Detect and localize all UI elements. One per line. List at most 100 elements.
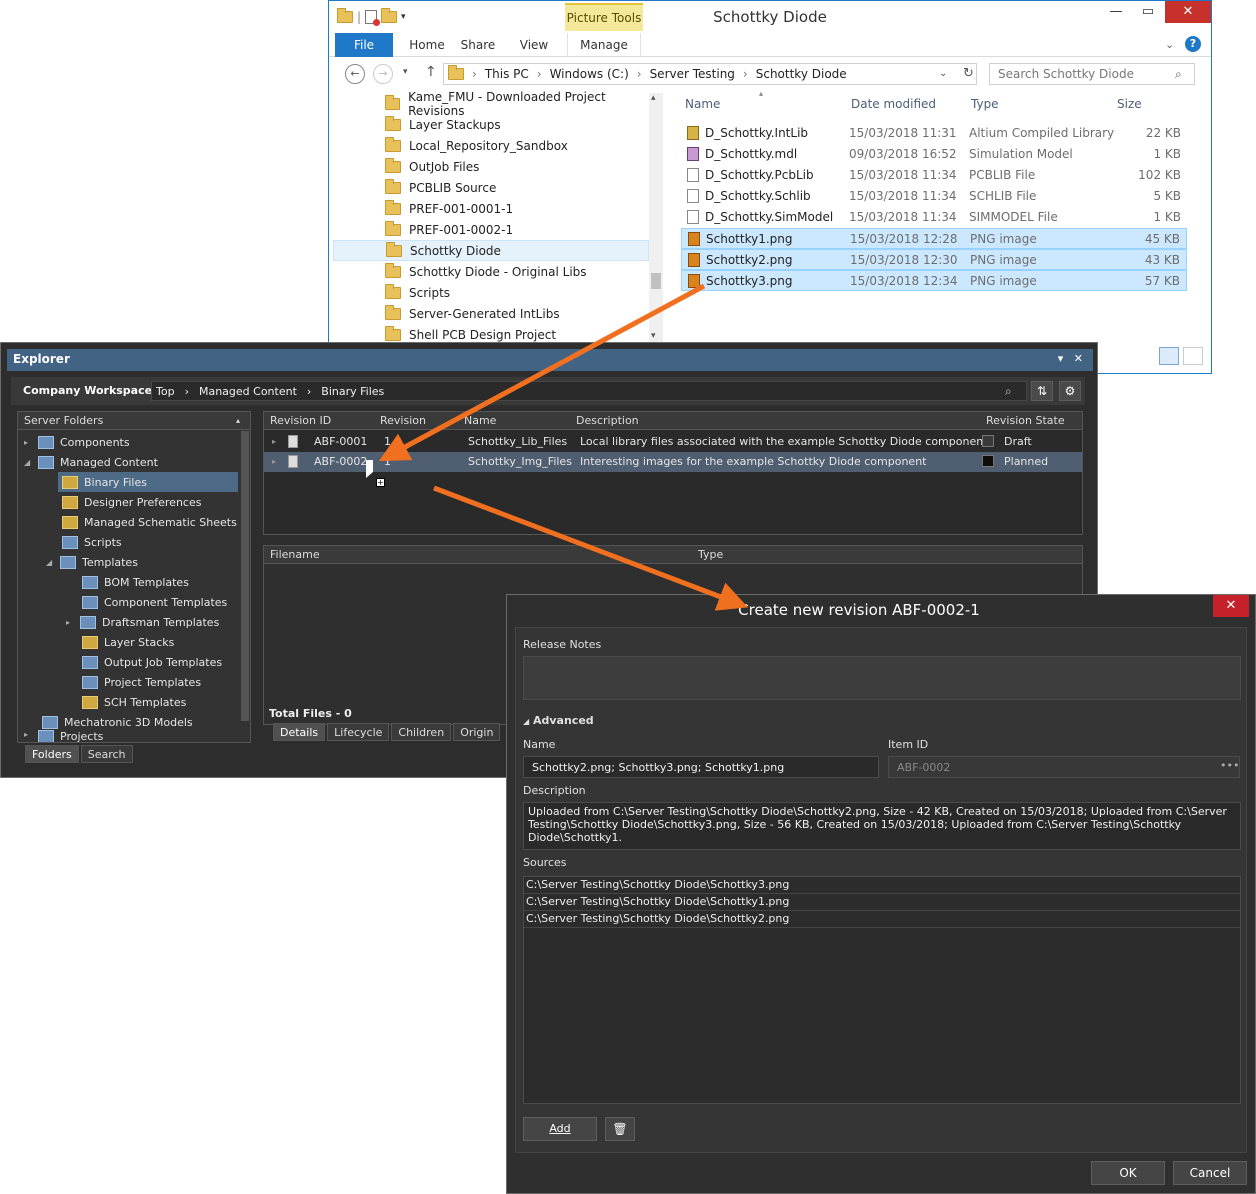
close-button[interactable]: ✕ <box>1165 1 1211 23</box>
tab-details[interactable]: Details <box>273 723 326 741</box>
ribbon-expand-icon[interactable]: ⌄ <box>1165 38 1174 51</box>
tree-node-binary-files[interactable]: Binary Files <box>58 472 238 492</box>
file-row[interactable]: D_Schottky.mdl 09/03/2018 16:52 Simulation… <box>681 144 1187 165</box>
tab-share[interactable]: Share <box>455 33 501 57</box>
scroll-down-icon[interactable]: ▾ <box>651 331 656 341</box>
tree-node-templates[interactable]: ◢ Templates <box>46 552 138 572</box>
back-icon[interactable]: ← <box>345 64 365 84</box>
folder-item[interactable]: PREF-001-0001-1 <box>333 198 649 219</box>
cancel-button[interactable]: Cancel <box>1173 1161 1247 1185</box>
file-row[interactable]: D_Schottky.Schlib 15/03/2018 11:34 SCHLIB … <box>681 186 1187 207</box>
maximize-button[interactable]: ▭ <box>1133 1 1163 23</box>
folder-item[interactable]: PREF-001-0002-1 <box>333 219 649 240</box>
release-notes-input[interactable] <box>523 656 1241 700</box>
file-row-selected[interactable]: Schottky1.png 15/03/2018 12:28 PNG image 45… <box>681 228 1187 249</box>
minimize-button[interactable]: — <box>1101 1 1131 23</box>
scroll-thumb[interactable] <box>651 273 661 289</box>
tab-manage[interactable]: Manage <box>567 33 641 57</box>
tab-file[interactable]: File <box>335 33 393 57</box>
column-revision-id[interactable]: Revision ID <box>270 414 331 427</box>
list-item[interactable]: C:\Server Testing\Schottky Diode\Schottk… <box>524 894 1240 911</box>
tree-node-project-templates[interactable]: Project Templates <box>82 672 201 692</box>
folder-item[interactable]: Scripts <box>333 282 649 303</box>
file-row-selected[interactable]: Schottky2.png 15/03/2018 12:30 PNG image 43… <box>681 249 1187 270</box>
tree-node-output-job-templates[interactable]: Output Job Templates <box>82 652 222 672</box>
add-button[interactable]: Add <box>523 1117 597 1141</box>
tree-node-component-templates[interactable]: Component Templates <box>82 592 227 612</box>
refresh-button[interactable]: ⇅ <box>1031 381 1053 401</box>
expander-icon[interactable]: ▸ <box>24 438 32 447</box>
expander-icon[interactable]: ▸ <box>66 618 74 627</box>
tab-home[interactable]: Home <box>401 33 453 57</box>
breadcrumb-managed-content[interactable]: Managed Content <box>199 385 297 398</box>
dialog-close-button[interactable]: ✕ <box>1213 595 1249 617</box>
column-type[interactable]: Type <box>698 548 723 561</box>
tab-view[interactable]: View <box>513 33 555 57</box>
address-box[interactable]: › This PC › Windows (C:) › Server Testin… <box>443 63 977 85</box>
list-item[interactable]: C:\Server Testing\Schottky Diode\Schottk… <box>524 877 1240 894</box>
column-type[interactable]: Type <box>971 97 999 111</box>
advanced-section-toggle[interactable]: ◢ Advanced <box>523 714 594 727</box>
file-row[interactable]: D_Schottky.SimModel 15/03/2018 11:34 SIMMO… <box>681 207 1187 228</box>
panel-menu-icon[interactable]: ▾ <box>1058 352 1064 365</box>
workspace-selector[interactable]: Company Workspace ▾ <box>23 384 161 397</box>
breadcrumb-schottky-diode[interactable]: Schottky Diode <box>756 67 847 81</box>
breadcrumb-binary-files[interactable]: Binary Files <box>321 385 384 398</box>
folder-item[interactable]: Local_Repository_Sandbox <box>333 135 649 156</box>
table-row[interactable]: ▸ ABF-0001 1 Schottky_Lib_Files Local li… <box>264 432 1082 452</box>
column-revision[interactable]: Revision <box>380 414 426 427</box>
list-item[interactable]: C:\Server Testing\Schottky Diode\Schottk… <box>524 911 1240 928</box>
table-row-selected[interactable]: ▸ ABF-0002 1 Schottky_Img_Files Interest… <box>264 452 1082 472</box>
row-expander-icon[interactable]: ▸ <box>272 457 276 466</box>
column-description[interactable]: Description <box>576 414 639 427</box>
details-view-icon[interactable] <box>1159 347 1179 365</box>
tree-node-projects[interactable]: ▸ Projects <box>24 730 103 742</box>
folder-item[interactable]: Kame_FMU - Downloaded Project Revisions <box>333 91 649 118</box>
column-date-modified[interactable]: Date modified <box>851 97 936 111</box>
ok-button[interactable]: OK <box>1091 1161 1165 1185</box>
scroll-up-icon[interactable]: ▴ <box>651 93 656 103</box>
settings-gear-icon[interactable]: ⚙ <box>1059 381 1081 401</box>
address-dropdown-icon[interactable]: ⌄ <box>939 68 947 79</box>
file-row-selected[interactable]: Schottky3.png 15/03/2018 12:34 PNG image 57… <box>681 270 1187 291</box>
large-icons-view-icon[interactable] <box>1183 347 1203 365</box>
column-name[interactable]: Name <box>464 414 496 427</box>
expander-icon[interactable]: ◢ <box>46 558 54 567</box>
name-field[interactable]: Schottky2.png; Schottky3.png; Schottky1.… <box>523 756 879 778</box>
item-id-browse-button[interactable]: ••• <box>1220 759 1239 772</box>
up-icon[interactable]: ↑ <box>425 64 437 80</box>
tree-node-draftsman-templates[interactable]: ▸ Draftsman Templates <box>66 612 219 632</box>
help-icon[interactable]: ? <box>1185 36 1201 52</box>
tab-lifecycle[interactable]: Lifecycle <box>327 723 390 741</box>
tree-node-managed-content[interactable]: ◢ Managed Content <box>24 452 238 472</box>
tab-children[interactable]: Children <box>391 723 452 741</box>
tree-node-designer-preferences[interactable]: Designer Preferences <box>62 492 201 512</box>
breadcrumb-this-pc[interactable]: This PC <box>485 67 529 81</box>
forward-icon[interactable]: → <box>373 64 393 84</box>
breadcrumb-top[interactable]: Top <box>156 385 175 398</box>
refresh-icon[interactable]: ↻ <box>963 66 974 81</box>
tab-search[interactable]: Search <box>80 745 133 763</box>
tree-node-managed-schematic-sheets[interactable]: Managed Schematic Sheets <box>62 512 237 532</box>
tab-origin[interactable]: Origin <box>453 723 501 741</box>
folder-item[interactable]: Schottky Diode - Original Libs <box>333 261 649 282</box>
folder-item[interactable]: Server-Generated IntLibs <box>333 303 649 324</box>
search-input[interactable]: Search Schottky Diode <box>989 63 1195 85</box>
column-name[interactable]: Name <box>685 97 720 111</box>
recent-locations-icon[interactable]: ▾ <box>403 67 408 77</box>
tree-node-components[interactable]: ▸ Components <box>24 432 238 452</box>
expander-icon[interactable]: ▸ <box>24 730 32 739</box>
folder-item[interactable]: OutJob Files <box>333 156 649 177</box>
navigation-scrollbar[interactable]: ▴ ▾ <box>649 93 663 343</box>
column-size[interactable]: Size <box>1117 97 1142 111</box>
folder-item-selected[interactable]: Schottky Diode <box>333 240 649 261</box>
delete-trash-icon[interactable]: 🗑 <box>605 1117 635 1141</box>
tree-node-mechatronic-3d-models[interactable]: Mechatronic 3D Models <box>42 712 193 732</box>
breadcrumb-server-testing[interactable]: Server Testing <box>650 67 735 81</box>
column-revision-state[interactable]: Revision State <box>986 414 1065 427</box>
panel-close-icon[interactable]: ✕ <box>1074 352 1083 365</box>
tab-folders[interactable]: Folders <box>25 745 79 763</box>
breadcrumb-windows-c[interactable]: Windows (C:) <box>550 67 629 81</box>
folder-item[interactable]: Layer Stackups <box>333 114 649 135</box>
description-field[interactable]: Uploaded from C:\Server Testing\Schottky… <box>523 802 1241 850</box>
